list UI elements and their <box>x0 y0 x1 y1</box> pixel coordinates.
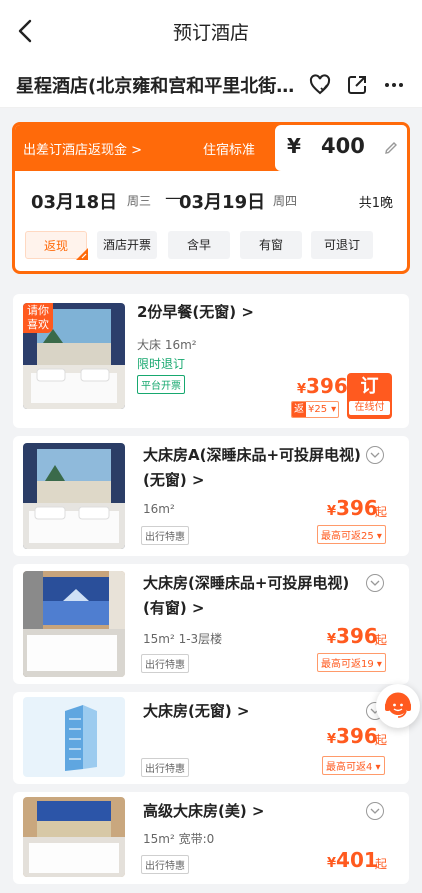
hotel-name[interactable]: 星程酒店(北京雍和宫和平里北街… <box>16 72 298 98</box>
date-range[interactable]: 03月18日 周三 — 03月19日 周四 共1晚 <box>15 171 407 231</box>
room-card[interactable]: 大床房(深睡床品+可投屏电视) (有窗) > 15m² 1-3层楼 出行特惠 ¥… <box>13 564 409 684</box>
price-value: 401 <box>336 848 378 872</box>
room-photo <box>23 697 125 777</box>
rebate-icon: 返 <box>292 402 306 417</box>
pencil-icon[interactable] <box>383 140 399 156</box>
room-area: 16m² <box>143 502 175 516</box>
price-currency: ¥ <box>327 856 337 871</box>
filter-chip-label: 酒店开票 <box>102 238 151 252</box>
page-title: 预订酒店 <box>172 22 249 44</box>
filter-chip-window[interactable]: 有窗 <box>240 231 302 259</box>
price-suffix: 起 <box>375 857 388 871</box>
price-currency: ¥ <box>327 632 337 647</box>
room-photo <box>23 571 125 677</box>
filter-chip-cashback[interactable]: 返现 <box>25 231 88 260</box>
chevron-down-icon: ▾ <box>331 404 337 415</box>
price-suffix: 起 <box>375 633 388 647</box>
favorite-heart-icon[interactable] <box>308 73 332 97</box>
checkout-weekday: 周四 <box>273 194 298 208</box>
deal-badge: 出行特惠 <box>141 758 189 777</box>
pay-online-label: 在线付 <box>349 401 390 415</box>
more-icon[interactable] <box>382 73 406 97</box>
filter-chip-label: 返现 <box>43 239 68 253</box>
rebate-value: ¥25 <box>308 404 328 415</box>
room-price: ¥401 <box>327 848 378 872</box>
checkin-weekday: 周三 <box>127 194 152 208</box>
chevron-down-icon[interactable] <box>365 573 385 593</box>
checkin-date[interactable]: 03月18日 <box>31 188 117 214</box>
price-value: 396 <box>336 624 378 648</box>
leaf-icon <box>76 248 88 260</box>
booking-header: 出差订酒店返现金 > 住宿标准 ¥ 400 <box>15 125 407 171</box>
standard-label: 住宿标准 <box>203 143 256 158</box>
price-suffix: 起 <box>375 505 388 519</box>
customer-service-icon <box>385 692 411 718</box>
room-price: ¥396 <box>297 374 348 398</box>
filter-chip-label: 含早 <box>186 238 211 252</box>
room-title[interactable]: 高级大床房(美) > <box>143 799 265 824</box>
room-title-line2[interactable]: (有窗) > <box>143 596 205 621</box>
room-title[interactable]: 2份早餐(无窗) > <box>137 300 254 325</box>
room-title-line1[interactable]: 大床房A(深睡床品+可投屏电视) <box>143 443 361 468</box>
price-standard-box[interactable]: ¥ 400 <box>275 125 407 171</box>
max-rebate-tag[interactable]: 最高可返4 ▾ <box>322 756 385 775</box>
room-card[interactable]: 请你喜欢 2份早餐(无窗) > 大床 16m² 限时退订 平台开票 ¥396 返… <box>13 294 409 428</box>
room-photo: 请你喜欢 <box>23 303 125 409</box>
room-photo <box>23 443 125 549</box>
room-card[interactable]: 大床房(无窗) > ¥396 起 出行特惠 最高可返4 ▾ <box>13 692 409 784</box>
room-price: ¥396 <box>327 724 378 748</box>
deal-badge: 出行特惠 <box>141 526 189 545</box>
filter-chip-label: 有窗 <box>258 238 283 252</box>
max-rebate-tag[interactable]: 最高可返25 ▾ <box>317 525 386 544</box>
price-value: 396 <box>306 374 348 398</box>
room-area-floor: 15m² 1-3层楼 <box>143 632 223 646</box>
currency-symbol: ¥ <box>287 134 301 158</box>
price-standard-value: 400 <box>321 134 365 158</box>
room-bed-area: 大床 16m² <box>137 338 197 352</box>
cashback-link[interactable]: 出差订酒店返现金 > <box>23 139 142 158</box>
room-card[interactable]: 大床房A(深睡床品+可投屏电视) (无窗) > 16m² 出行特惠 ¥396 起… <box>13 436 409 556</box>
max-rebate-tag[interactable]: 最高可返19 ▾ <box>317 653 386 672</box>
room-title-line2[interactable]: (无窗) > <box>143 468 205 493</box>
price-currency: ¥ <box>297 382 307 397</box>
book-label: 订 <box>360 376 379 397</box>
room-title[interactable]: 大床房(无窗) > <box>143 699 250 724</box>
invoice-badge: 平台开票 <box>137 375 185 394</box>
price-currency: ¥ <box>327 732 337 747</box>
nights-count: 共1晚 <box>358 196 393 211</box>
room-price: ¥396 <box>327 624 378 648</box>
top-bar: 预订酒店 <box>0 0 422 62</box>
customer-service-button[interactable] <box>376 684 420 728</box>
room-photo <box>23 797 125 877</box>
deal-badge: 出行特惠 <box>141 855 189 874</box>
checkout-date[interactable]: 03月19日 <box>179 188 265 214</box>
book-button[interactable]: 订 在线付 <box>347 373 392 419</box>
room-card[interactable]: 高级大床房(美) > 15m² 宽带:0 出行特惠 ¥401 起 <box>13 792 409 884</box>
filter-chip-breakfast[interactable]: 含早 <box>168 231 230 259</box>
chevron-down-icon[interactable] <box>365 445 385 465</box>
price-suffix: 起 <box>375 733 388 747</box>
booking-card: 出差订酒店返现金 > 住宿标准 ¥ 400 03月18日 周三 — 03月19日… <box>12 122 410 274</box>
refund-note: 限时退订 <box>137 357 186 371</box>
recommend-tag: 请你喜欢 <box>23 303 53 333</box>
filter-chip-refundable[interactable]: 可退订 <box>311 231 373 259</box>
price-value: 396 <box>336 724 378 748</box>
price-value: 396 <box>336 496 378 520</box>
hotel-bar: 星程酒店(北京雍和宫和平里北街… <box>0 62 422 108</box>
share-icon[interactable] <box>345 73 369 97</box>
filter-chips: 返现 酒店开票 含早 有窗 可退订 <box>25 231 397 261</box>
rebate-tag[interactable]: 返 ¥25 ▾ <box>291 401 340 418</box>
filter-chip-label: 可退订 <box>323 238 360 252</box>
room-price: ¥396 <box>327 496 378 520</box>
room-area-broadband: 15m² 宽带:0 <box>143 832 215 846</box>
chevron-down-icon[interactable] <box>365 801 385 821</box>
deal-badge: 出行特惠 <box>141 654 189 673</box>
room-title-line1[interactable]: 大床房(深睡床品+可投屏电视) <box>143 571 349 596</box>
filter-chip-invoice[interactable]: 酒店开票 <box>97 231 157 259</box>
price-currency: ¥ <box>327 504 337 519</box>
